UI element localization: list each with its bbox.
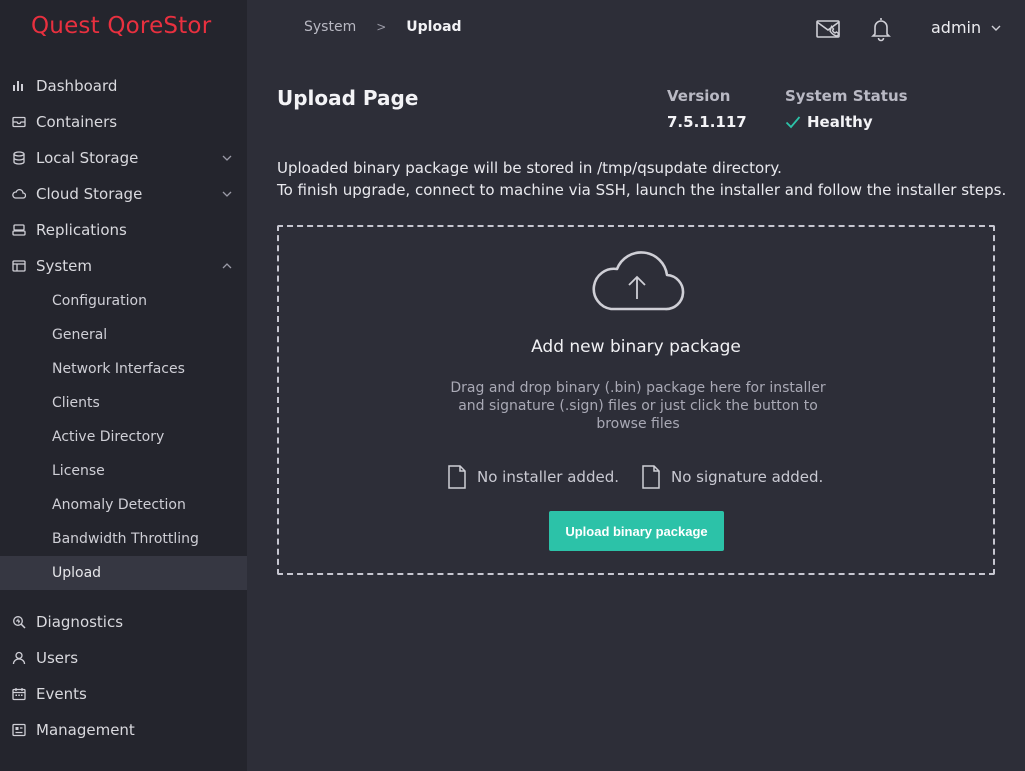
user-name: admin — [931, 18, 982, 37]
sidebar-item-containers[interactable]: Containers — [0, 104, 247, 140]
sidebar-item-replications[interactable]: Replications — [0, 212, 247, 248]
sidebar-item-label: System — [36, 257, 92, 275]
sidebar-item-label: Management — [36, 721, 135, 739]
cloud-icon — [11, 186, 27, 202]
sidebar: Quest QoreStor Dashboard Containers Loca… — [0, 0, 247, 771]
sidebar-item-users[interactable]: Users — [0, 640, 247, 676]
breadcrumb: System > Upload — [304, 19, 462, 35]
dropzone-title: Add new binary package — [531, 337, 741, 357]
info-line-upgrade: To finish upgrade, connect to machine vi… — [277, 181, 1007, 199]
version-label: Version — [667, 87, 731, 105]
user-icon — [11, 650, 27, 666]
sidebar-item-cloud-storage[interactable]: Cloud Storage — [0, 176, 247, 212]
dropzone-description: Drag and drop binary (.bin) package here… — [450, 380, 826, 432]
chevron-up-icon[interactable] — [221, 260, 233, 272]
installer-status-text: No installer added. — [477, 468, 619, 486]
sidebar-item-system[interactable]: System — [0, 248, 247, 284]
sidebar-item-dashboard[interactable]: Dashboard — [0, 68, 247, 104]
sidebar-subitem-license[interactable]: License — [0, 454, 247, 488]
sidebar-subitem-clients[interactable]: Clients — [0, 386, 247, 420]
sidebar-subitem-upload[interactable]: Upload — [0, 556, 247, 590]
sidebar-item-label: Containers — [36, 113, 118, 131]
info-line-storage: Uploaded binary package will be stored i… — [277, 159, 782, 177]
sidebar-item-label: Events — [36, 685, 87, 703]
check-icon — [785, 116, 801, 129]
sidebar-subitem-bandwidth-throttling[interactable]: Bandwidth Throttling — [0, 522, 247, 556]
chevron-down-icon[interactable] — [221, 188, 233, 200]
cloud-upload-icon — [592, 251, 685, 311]
sidebar-subitem-active-directory[interactable]: Active Directory — [0, 420, 247, 454]
chevron-down-icon[interactable] — [221, 152, 233, 164]
sidebar-item-diagnostics[interactable]: Diagnostics — [0, 604, 247, 640]
sidebar-subitem-anomaly-detection[interactable]: Anomaly Detection — [0, 488, 247, 522]
version-value: 7.5.1.117 — [667, 113, 747, 131]
support-mail-icon[interactable] — [814, 14, 844, 44]
database-icon — [11, 150, 27, 166]
diagnostics-icon — [11, 614, 27, 630]
upload-binary-button[interactable]: Upload binary package — [549, 511, 724, 551]
status-badge: Healthy — [807, 113, 873, 131]
sidebar-subitem-network-interfaces[interactable]: Network Interfaces — [0, 352, 247, 386]
chevron-down-icon — [991, 25, 1001, 31]
system-status-value: Healthy — [785, 113, 873, 131]
selected-files: No installer added. No signature added. — [447, 465, 823, 489]
management-icon — [11, 722, 27, 738]
file-icon — [448, 465, 466, 489]
installer-file-status: No installer added. — [447, 465, 619, 489]
sidebar-nav: Dashboard Containers Local Storage Cloud… — [0, 68, 247, 748]
breadcrumb-current: Upload — [406, 19, 462, 35]
file-icon — [642, 465, 660, 489]
bar-chart-icon — [11, 78, 27, 94]
system-status-label: System Status — [785, 87, 908, 105]
file-dropzone[interactable]: Add new binary package Drag and drop bin… — [277, 225, 995, 575]
breadcrumb-parent[interactable]: System — [304, 19, 356, 35]
brand-logo[interactable]: Quest QoreStor — [31, 13, 211, 39]
sidebar-item-label: Diagnostics — [36, 613, 124, 631]
sidebar-item-label: Replications — [36, 221, 127, 239]
container-icon — [11, 114, 27, 130]
sidebar-item-label: Users — [36, 649, 79, 667]
sidebar-item-label: Local Storage — [36, 149, 139, 167]
sidebar-item-management[interactable]: Management — [0, 712, 247, 748]
system-icon — [11, 258, 27, 274]
sidebar-subitem-general[interactable]: General — [0, 318, 247, 352]
breadcrumb-separator: > — [376, 20, 387, 34]
signature-file-status: No signature added. — [641, 465, 823, 489]
sidebar-subitem-configuration[interactable]: Configuration — [0, 284, 247, 318]
replication-icon — [11, 222, 27, 238]
sidebar-item-local-storage[interactable]: Local Storage — [0, 140, 247, 176]
sidebar-item-label: Cloud Storage — [36, 185, 143, 203]
page-title: Upload Page — [277, 86, 419, 110]
sidebar-item-events[interactable]: Events — [0, 676, 247, 712]
sidebar-item-label: Dashboard — [36, 77, 118, 95]
version-number: 7.5.1.117 — [667, 113, 747, 131]
signature-status-text: No signature added. — [670, 468, 824, 486]
bell-icon[interactable] — [866, 14, 896, 44]
user-menu[interactable]: admin — [931, 18, 1002, 37]
upload-info: Uploaded binary package will be stored i… — [277, 157, 1006, 201]
header-icons — [814, 14, 896, 44]
calendar-icon — [11, 686, 27, 702]
